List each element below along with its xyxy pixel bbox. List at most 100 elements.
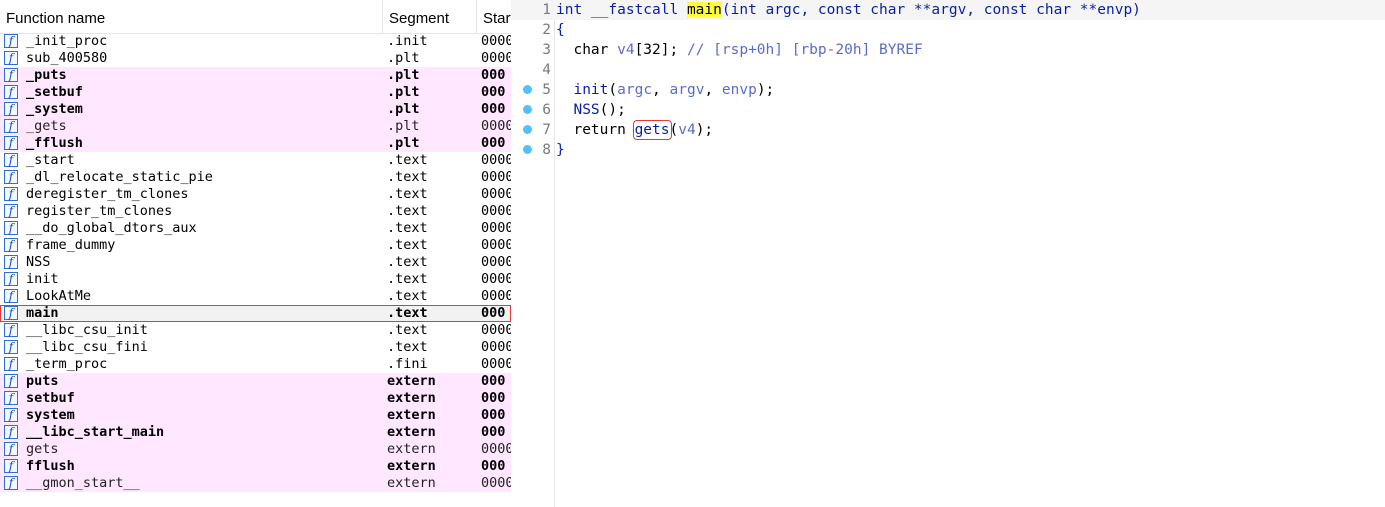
- code-token[interactable]: );: [757, 82, 774, 98]
- function-segment: .plt: [387, 118, 420, 134]
- function-row[interactable]: f deregister_tm_clones .text 0000: [0, 186, 511, 203]
- code-token[interactable]: (: [670, 122, 679, 138]
- function-start-address: 0000: [481, 237, 511, 253]
- function-name: setbuf: [26, 390, 75, 406]
- code-token[interactable]: ();: [600, 102, 626, 118]
- code-token[interactable]: v4: [678, 122, 695, 138]
- code-line[interactable]: 2{: [511, 20, 1385, 40]
- function-segment: .text: [387, 254, 428, 270]
- code-line[interactable]: 7 return gets(v4);: [511, 120, 1385, 140]
- function-start-address: 000: [481, 101, 506, 117]
- function-row[interactable]: f __libc_csu_fini .text 0000: [0, 339, 511, 356]
- function-row[interactable]: f __gmon_start__ extern 0000: [0, 475, 511, 492]
- function-icon: f: [4, 68, 18, 82]
- function-segment: extern: [387, 373, 436, 389]
- function-row[interactable]: f _gets .plt 0000: [0, 118, 511, 135]
- function-row[interactable]: f gets extern 0000: [0, 441, 511, 458]
- function-row[interactable]: f puts extern 000: [0, 373, 511, 390]
- function-row[interactable]: f __do_global_dtors_aux .text 0000: [0, 220, 511, 237]
- code-token[interactable]: int __fastcall: [556, 2, 687, 18]
- code-token[interactable]: char: [556, 42, 617, 58]
- function-row[interactable]: f _dl_relocate_static_pie .text 0000: [0, 169, 511, 186]
- function-row[interactable]: f _setbuf .plt 000: [0, 84, 511, 101]
- function-row[interactable]: f sub_400580 .plt 0000: [0, 50, 511, 67]
- function-row[interactable]: f main .text 000: [0, 305, 511, 322]
- highlighted-identifier[interactable]: main: [686, 2, 722, 18]
- code-token[interactable]: (: [608, 82, 617, 98]
- code-token[interactable]: NSS: [556, 102, 599, 118]
- breakpoint-dot-icon[interactable]: [523, 145, 532, 154]
- code-token[interactable]: return: [556, 122, 635, 138]
- function-segment: .text: [387, 152, 428, 168]
- function-start-address: 000: [481, 305, 506, 321]
- column-header-start[interactable]: Start: [477, 0, 511, 33]
- function-segment: .text: [387, 288, 428, 304]
- function-segment: .text: [387, 203, 428, 219]
- function-row[interactable]: f __libc_start_main extern 000: [0, 424, 511, 441]
- function-row[interactable]: f NSS .text 0000: [0, 254, 511, 271]
- function-start-address: 0000: [481, 288, 511, 304]
- function-row[interactable]: f _start .text 0000: [0, 152, 511, 169]
- code-line[interactable]: 8}: [511, 140, 1385, 160]
- function-row[interactable]: f _init_proc .init 0000: [0, 33, 511, 50]
- function-name: register_tm_clones: [26, 203, 173, 219]
- code-line[interactable]: 5 init(argc, argv, envp);: [511, 80, 1385, 100]
- code-token[interactable]: argv: [670, 82, 705, 98]
- function-start-address: 0000: [481, 322, 511, 338]
- function-name: _puts: [26, 67, 67, 83]
- function-start-address: 0000: [481, 186, 511, 202]
- function-row[interactable]: f fflush extern 000: [0, 458, 511, 475]
- code-line[interactable]: 1 int __fastcall main(int argc, const cha…: [511, 0, 1385, 20]
- function-row[interactable]: f _puts .plt 000: [0, 67, 511, 84]
- functions-window[interactable]: Function name Segment Start f _init_proc.…: [0, 0, 512, 507]
- function-row[interactable]: f _system .plt 000: [0, 101, 511, 118]
- code-token[interactable]: [32];: [635, 42, 687, 58]
- code-token[interactable]: ,: [652, 82, 669, 98]
- code-token[interactable]: v4: [617, 42, 634, 58]
- code-token[interactable]: init: [556, 82, 608, 98]
- functions-list: f _init_proc .init 0000 f sub_400580 .plt 0000 f…: [0, 33, 511, 492]
- code-token[interactable]: ,: [704, 82, 721, 98]
- function-row[interactable]: f _term_proc .fini 0000: [0, 356, 511, 373]
- code-token[interactable]: // [rsp+0h] [rbp-20h] BYREF: [687, 42, 923, 58]
- function-row[interactable]: f register_tm_clones .text 0000: [0, 203, 511, 220]
- code-line[interactable]: 4: [511, 60, 1385, 80]
- function-row[interactable]: f LookAtMe .text 0000: [0, 288, 511, 305]
- function-name: sub_400580: [26, 50, 108, 66]
- code-token[interactable]: argc: [617, 82, 652, 98]
- breakpoint-dot-icon[interactable]: [523, 105, 532, 114]
- code-token[interactable]: envp: [722, 82, 757, 98]
- function-name: _start: [26, 152, 75, 168]
- function-start-address: 0000: [481, 203, 511, 219]
- function-name: _system: [26, 101, 83, 117]
- highlighted-call-token[interactable]: gets: [632, 120, 672, 140]
- code-text: int __fastcall main(int argc, const char…: [556, 0, 1141, 20]
- function-row[interactable]: f __libc_csu_init .text 0000: [0, 322, 511, 339]
- column-header-segment[interactable]: Segment: [383, 0, 477, 33]
- function-row[interactable]: f _fflush .plt 000: [0, 135, 511, 152]
- line-number: 6: [542, 102, 551, 118]
- function-segment: extern: [387, 424, 436, 440]
- function-segment: .text: [387, 169, 428, 185]
- function-icon: f: [4, 238, 18, 252]
- code-line[interactable]: 6 NSS();: [511, 100, 1385, 120]
- function-name: fflush: [26, 458, 75, 474]
- function-name: frame_dummy: [26, 237, 116, 253]
- function-row[interactable]: f system extern 000: [0, 407, 511, 424]
- function-row[interactable]: f setbuf extern 000: [0, 390, 511, 407]
- code-token[interactable]: (int argc, const char **argv, const char…: [722, 2, 1141, 18]
- code-token[interactable]: {: [556, 22, 565, 38]
- code-token[interactable]: );: [696, 122, 713, 138]
- function-row[interactable]: f frame_dummy .text 0000: [0, 237, 511, 254]
- breakpoint-dot-icon[interactable]: [523, 85, 532, 94]
- code-line[interactable]: 3 char v4[32]; // [rsp+0h] [rbp-20h] BYR…: [511, 40, 1385, 60]
- function-icon: f: [4, 459, 18, 473]
- function-icon: f: [4, 289, 18, 303]
- code-token[interactable]: }: [556, 142, 565, 158]
- function-icon: f: [4, 170, 18, 184]
- pseudocode-window[interactable]: 1 int __fastcall main(int argc, const cha…: [511, 0, 1385, 507]
- function-row[interactable]: f init .text 0000: [0, 271, 511, 288]
- breakpoint-dot-icon[interactable]: [523, 125, 532, 134]
- function-start-address: 0000: [481, 169, 511, 185]
- column-header-function-name[interactable]: Function name: [0, 0, 383, 33]
